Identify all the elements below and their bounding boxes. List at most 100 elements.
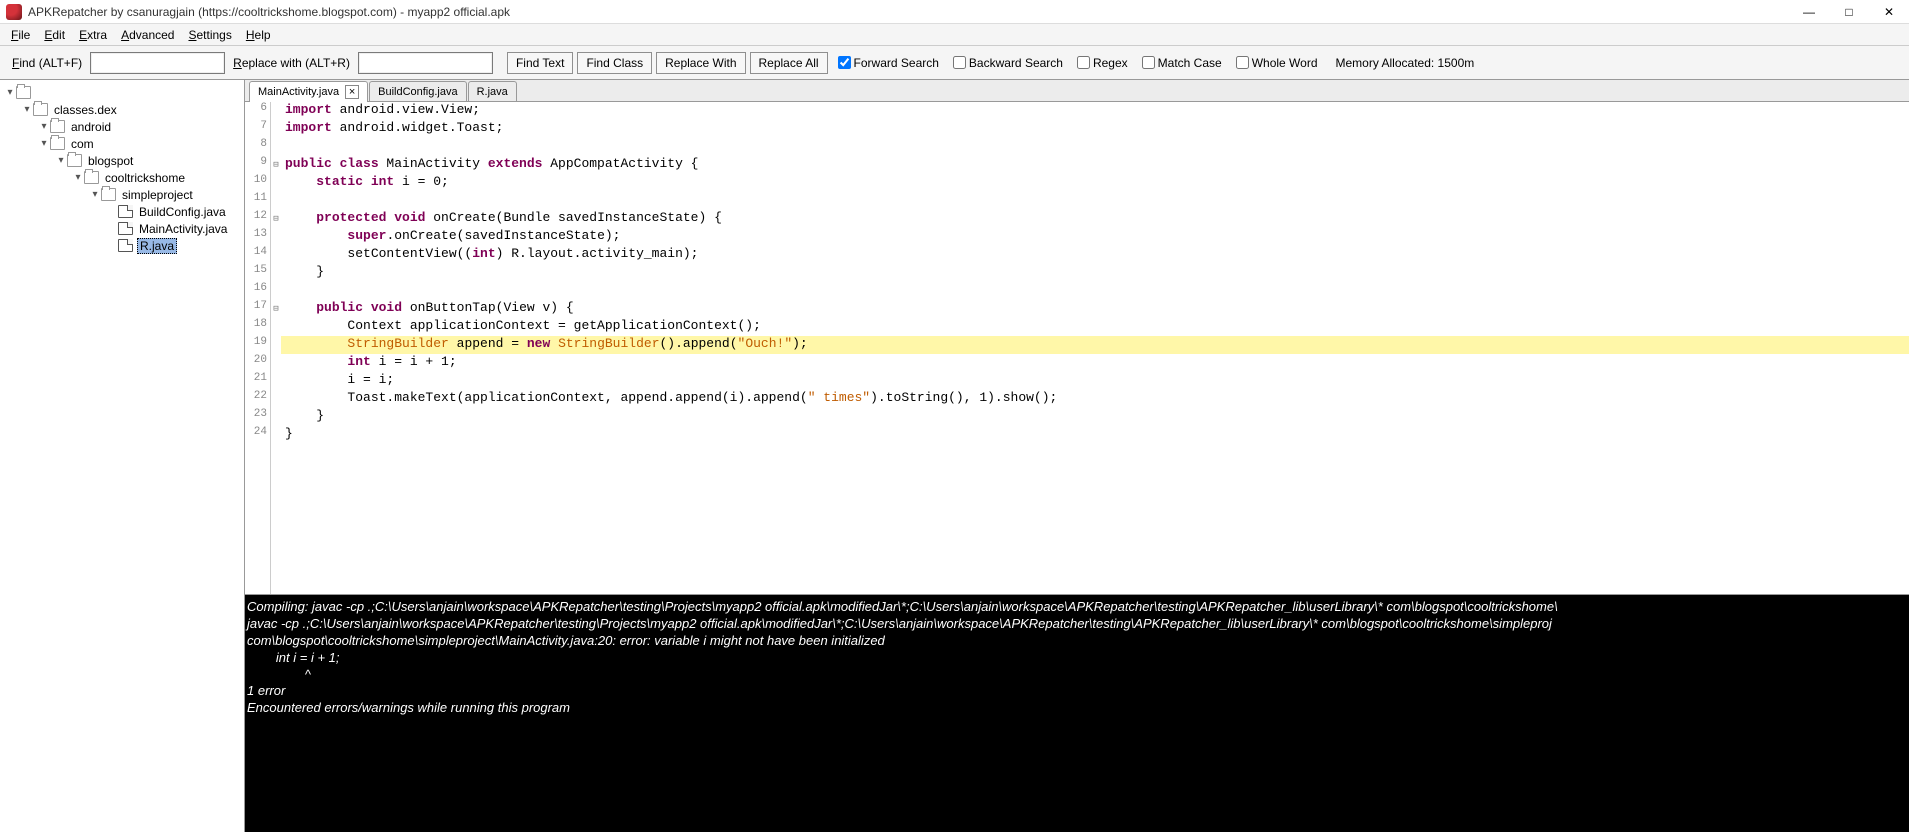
console-line: int i = i + 1; [247, 650, 1907, 667]
code-line[interactable]: import android.view.View; [281, 102, 1909, 120]
code-line[interactable]: StringBuilder append = new StringBuilder… [281, 336, 1909, 354]
fold-marker [271, 318, 281, 336]
tree-node-classes.dex[interactable]: ▾classes.dex [0, 101, 244, 118]
menu-edit[interactable]: Edit [37, 26, 72, 44]
tree-toggle-icon[interactable]: ▾ [38, 138, 50, 149]
fold-marker [271, 282, 281, 300]
memory-status: Memory Allocated: 1500m [1336, 56, 1475, 70]
minimize-button[interactable]: — [1789, 0, 1829, 24]
code-area[interactable]: import android.view.View;import android.… [281, 102, 1909, 594]
tree-node-label: com [69, 137, 96, 151]
tab-label: MainActivity.java [258, 86, 339, 98]
code-editor[interactable]: 6789101112131415161718192021222324 ⊟ ⊟ ⊟ i… [245, 102, 1909, 595]
tree-node-MainActivity.java[interactable]: MainActivity.java [0, 220, 244, 237]
close-button[interactable]: ✕ [1869, 0, 1909, 24]
close-icon[interactable]: × [345, 85, 359, 99]
console-line: Encountered errors/warnings while runnin… [247, 700, 1907, 717]
forward-search-checkbox[interactable]: Forward Search [838, 56, 939, 70]
tree-toggle-icon[interactable]: ▾ [38, 121, 50, 132]
tree-node-label: blogspot [86, 154, 135, 168]
file-icon [118, 205, 133, 218]
code-line[interactable]: } [281, 408, 1909, 426]
tab-buildconfig-java[interactable]: BuildConfig.java [369, 81, 467, 101]
fold-gutter[interactable]: ⊟ ⊟ ⊟ [271, 102, 281, 594]
fold-marker[interactable]: ⊟ [271, 210, 281, 228]
find-toolbar: Find (ALT+F) Replace with (ALT+R) Find T… [0, 46, 1909, 80]
tab-label: R.java [477, 86, 508, 98]
code-line[interactable]: import android.widget.Toast; [281, 120, 1909, 138]
code-line[interactable] [281, 282, 1909, 300]
console-line: ^ [247, 667, 1907, 684]
fold-marker [271, 138, 281, 156]
window-title: APKRepatcher by csanuragjain (https://co… [28, 5, 510, 19]
tree-node-label: R.java [137, 238, 177, 254]
tree-node-BuildConfig.java[interactable]: BuildConfig.java [0, 203, 244, 220]
replace-all-button[interactable]: Replace All [750, 52, 828, 74]
tree-node-label: MainActivity.java [137, 222, 229, 236]
menu-advanced[interactable]: Advanced [114, 26, 181, 44]
editor-panel: MainActivity.java × BuildConfig.java R.java… [245, 80, 1909, 832]
code-line[interactable]: i = i; [281, 372, 1909, 390]
tree-node-root[interactable]: ▾ [0, 84, 244, 101]
fold-marker[interactable]: ⊟ [271, 156, 281, 174]
tree-toggle-icon[interactable]: ▾ [4, 87, 16, 98]
regex-checkbox[interactable]: Regex [1077, 56, 1128, 70]
code-line[interactable]: public class MainActivity extends AppCom… [281, 156, 1909, 174]
code-line[interactable]: public void onButtonTap(View v) { [281, 300, 1909, 318]
tree-node-label: BuildConfig.java [137, 205, 228, 219]
fold-marker [271, 246, 281, 264]
tab-r-java[interactable]: R.java [468, 81, 517, 101]
find-class-button[interactable]: Find Class [577, 52, 652, 74]
app-icon [6, 4, 22, 20]
fold-marker [271, 192, 281, 210]
tree-toggle-icon[interactable]: ▾ [89, 189, 101, 200]
backward-search-checkbox[interactable]: Backward Search [953, 56, 1063, 70]
tree-node-R.java[interactable]: R.java [0, 237, 244, 254]
tree-panel[interactable]: ▾▾classes.dex▾android▾com▾blogspot▾coolt… [0, 80, 245, 832]
tree-toggle-icon[interactable]: ▾ [21, 104, 33, 115]
fold-marker[interactable]: ⊟ [271, 300, 281, 318]
maximize-button[interactable]: □ [1829, 0, 1869, 24]
code-line[interactable] [281, 138, 1909, 156]
tree-node-label: cooltrickshome [103, 171, 187, 185]
fold-marker [271, 228, 281, 246]
code-line[interactable]: protected void onCreate(Bundle savedInst… [281, 210, 1909, 228]
replace-input[interactable] [358, 52, 493, 74]
console-output[interactable]: Compiling: javac -cp .;C:\Users\anjain\w… [245, 595, 1909, 832]
code-line[interactable]: Toast.makeText(applicationContext, appen… [281, 390, 1909, 408]
line-gutter: 6789101112131415161718192021222324 [245, 102, 271, 594]
fold-marker [271, 336, 281, 354]
tree-node-simpleproject[interactable]: ▾ simpleproject [0, 186, 244, 203]
replace-with-button[interactable]: Replace With [656, 52, 745, 74]
find-input[interactable] [90, 52, 225, 74]
menu-settings[interactable]: Settings [181, 26, 238, 44]
main-area: ▾▾classes.dex▾android▾com▾blogspot▾coolt… [0, 80, 1909, 832]
code-line[interactable]: static int i = 0; [281, 174, 1909, 192]
tree-node-com[interactable]: ▾ com [0, 135, 244, 152]
code-line[interactable] [281, 192, 1909, 210]
tree-node-blogspot[interactable]: ▾ blogspot [0, 152, 244, 169]
tree-node-android[interactable]: ▾ android [0, 118, 244, 135]
whole-word-checkbox[interactable]: Whole Word [1236, 56, 1318, 70]
menu-help[interactable]: Help [239, 26, 278, 44]
code-line[interactable]: super.onCreate(savedInstanceState); [281, 228, 1909, 246]
find-text-button[interactable]: Find Text [507, 52, 573, 74]
tree-node-label: android [69, 120, 113, 134]
code-line[interactable]: int i = i + 1; [281, 354, 1909, 372]
code-line[interactable]: } [281, 264, 1909, 282]
fold-marker [271, 372, 281, 390]
menu-file[interactable]: File [4, 26, 37, 44]
tree-node-label: simpleproject [120, 188, 195, 202]
code-line[interactable]: setContentView((int) R.layout.activity_m… [281, 246, 1909, 264]
fold-marker [271, 390, 281, 408]
code-line[interactable]: } [281, 426, 1909, 444]
match-case-checkbox[interactable]: Match Case [1142, 56, 1222, 70]
folder-icon [16, 86, 31, 99]
tree-toggle-icon[interactable]: ▾ [55, 155, 67, 166]
console-line: Compiling: javac -cp .;C:\Users\anjain\w… [247, 599, 1907, 616]
tab-mainactivity-java[interactable]: MainActivity.java × [249, 81, 368, 102]
tree-toggle-icon[interactable]: ▾ [72, 172, 84, 183]
menu-extra[interactable]: Extra [72, 26, 114, 44]
code-line[interactable]: Context applicationContext = getApplicat… [281, 318, 1909, 336]
tree-node-cooltrickshome[interactable]: ▾ cooltrickshome [0, 169, 244, 186]
